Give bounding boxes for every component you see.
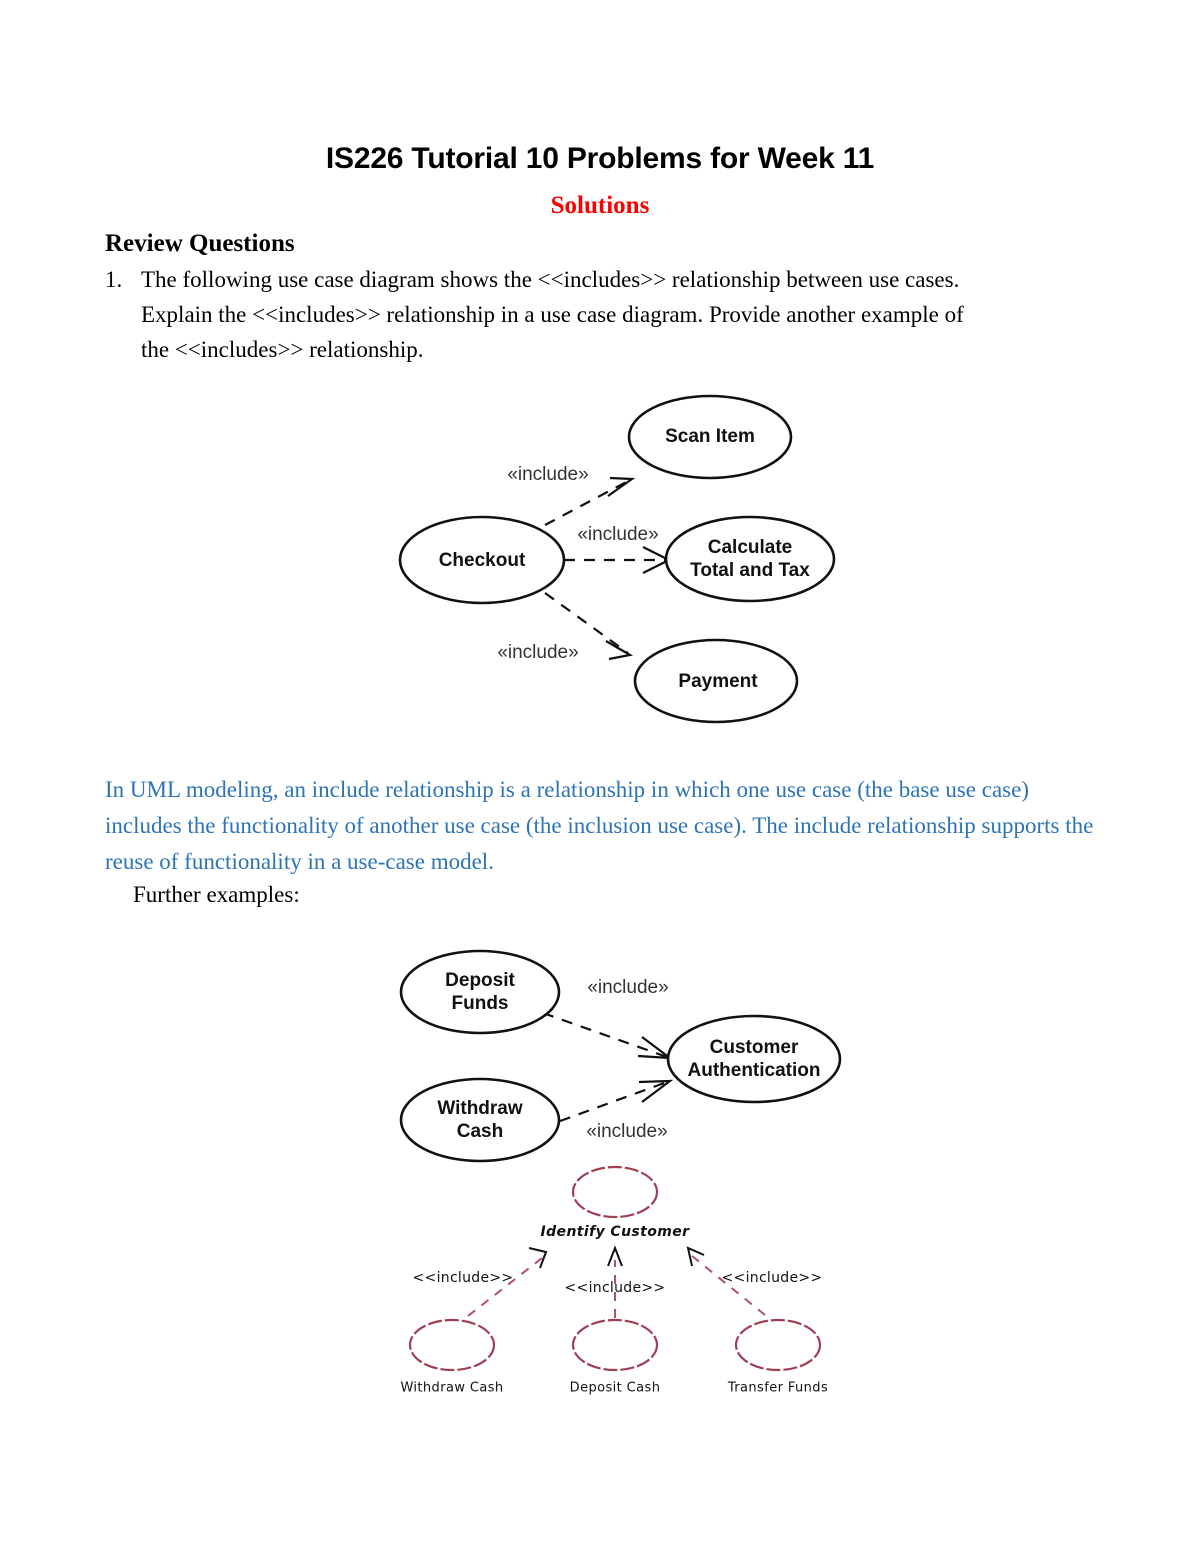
use-case-identify-customer-label: Identify Customer	[541, 1224, 691, 1240]
answer-paragraph: In UML modeling, an include relationship…	[105, 777, 1094, 874]
question-line-3: the <<includes>> relationship.	[141, 337, 424, 362]
use-case-withdraw-cash[interactable]	[399, 1077, 561, 1163]
use-case-customer-authentication[interactable]	[666, 1014, 842, 1104]
stereotype-include-deposit-funds: «include»	[587, 977, 668, 998]
checkout-use-case-diagram: Checkout Scan Item Calculate Total and T…	[380, 375, 840, 730]
use-case-calculate-label-line-2: Total and Tax	[690, 560, 810, 581]
use-case-scan-item-label: Scan Item	[665, 426, 755, 447]
use-case-customer-authentication-label-line-2: Authentication	[688, 1060, 821, 1081]
use-case-deposit-cash-label: Deposit Cash	[570, 1381, 661, 1396]
use-case-customer-authentication-label-line-1: Customer	[710, 1037, 799, 1058]
use-case-withdraw-cash-label-line-2: Cash	[457, 1121, 503, 1142]
stereotype-include-payment: «include»	[497, 642, 578, 663]
stereotype-include-withdraw-cash: «include»	[586, 1121, 667, 1142]
arrowhead-identify-left	[528, 1247, 548, 1269]
stereotype-include-transfer-funds: <<include>>	[722, 1270, 823, 1286]
use-case-calculate-label-line-1: Calculate	[708, 537, 792, 558]
link-withdraw-cash-to-identify	[467, 1257, 543, 1317]
use-case-deposit-cash[interactable]	[571, 1318, 659, 1372]
use-case-deposit-funds-label-line-2: Funds	[452, 993, 509, 1014]
use-case-calculate-total-and-tax[interactable]	[664, 515, 836, 603]
use-case-withdraw-cash-red[interactable]	[408, 1318, 496, 1372]
arrowhead-identify-right	[686, 1246, 705, 1267]
arrowhead-payment	[605, 640, 634, 661]
page-title: IS226 Tutorial 10 Problems for Week 11	[325, 142, 875, 175]
use-case-transfer-funds-label: Transfer Funds	[727, 1381, 828, 1396]
link-deposit-funds-to-authentication	[542, 1011, 668, 1059]
question-line-1: The following use case diagram shows the…	[141, 267, 960, 292]
identify-customer-use-case-diagram: Identify Customer Withdraw Cash Deposit …	[380, 1160, 850, 1410]
question-item-1: 1. The following use case diagram shows …	[105, 262, 1105, 367]
stereotype-include-calculate: «include»	[577, 524, 658, 545]
further-examples-label: Further examples:	[133, 882, 300, 907]
link-checkout-to-scan-item	[544, 479, 631, 526]
stereotype-include-scan-item: «include»	[507, 464, 588, 485]
use-case-withdraw-cash-red-label: Withdraw Cash	[400, 1381, 503, 1396]
stereotype-include-withdraw-cash-red: <<include>>	[413, 1270, 514, 1286]
document-subtitle: Solutions	[550, 192, 650, 219]
use-case-withdraw-cash-label-line-1: Withdraw	[437, 1098, 523, 1119]
section-heading-review-questions: Review Questions	[105, 230, 295, 257]
arrowhead-scan-item	[607, 476, 636, 497]
use-case-payment-label: Payment	[678, 671, 758, 692]
use-case-deposit-funds[interactable]	[399, 949, 561, 1035]
checkout-diagram-svg: Checkout Scan Item Calculate Total and T…	[398, 394, 836, 724]
atm-use-case-diagram: Deposit Funds Withdraw Cash Customer Aut…	[380, 930, 850, 1163]
question-line-2: Explain the <<includes>> relationship in…	[141, 302, 964, 327]
use-case-transfer-funds[interactable]	[734, 1318, 822, 1372]
use-case-deposit-funds-label-line-1: Deposit	[445, 970, 515, 991]
document-page: IS226 Tutorial 10 Problems for Week 11 S…	[0, 0, 1200, 1553]
atm-diagram-svg: Deposit Funds Withdraw Cash Customer Aut…	[399, 949, 842, 1163]
stereotype-include-deposit-cash: <<include>>	[565, 1280, 666, 1296]
question-number: 1.	[105, 267, 123, 292]
question-text: The following use case diagram shows the…	[141, 262, 1105, 367]
use-case-identify-customer[interactable]	[571, 1165, 659, 1219]
identify-customer-diagram-svg: Identify Customer Withdraw Cash Deposit …	[400, 1165, 828, 1396]
use-case-checkout-label: Checkout	[439, 550, 526, 571]
